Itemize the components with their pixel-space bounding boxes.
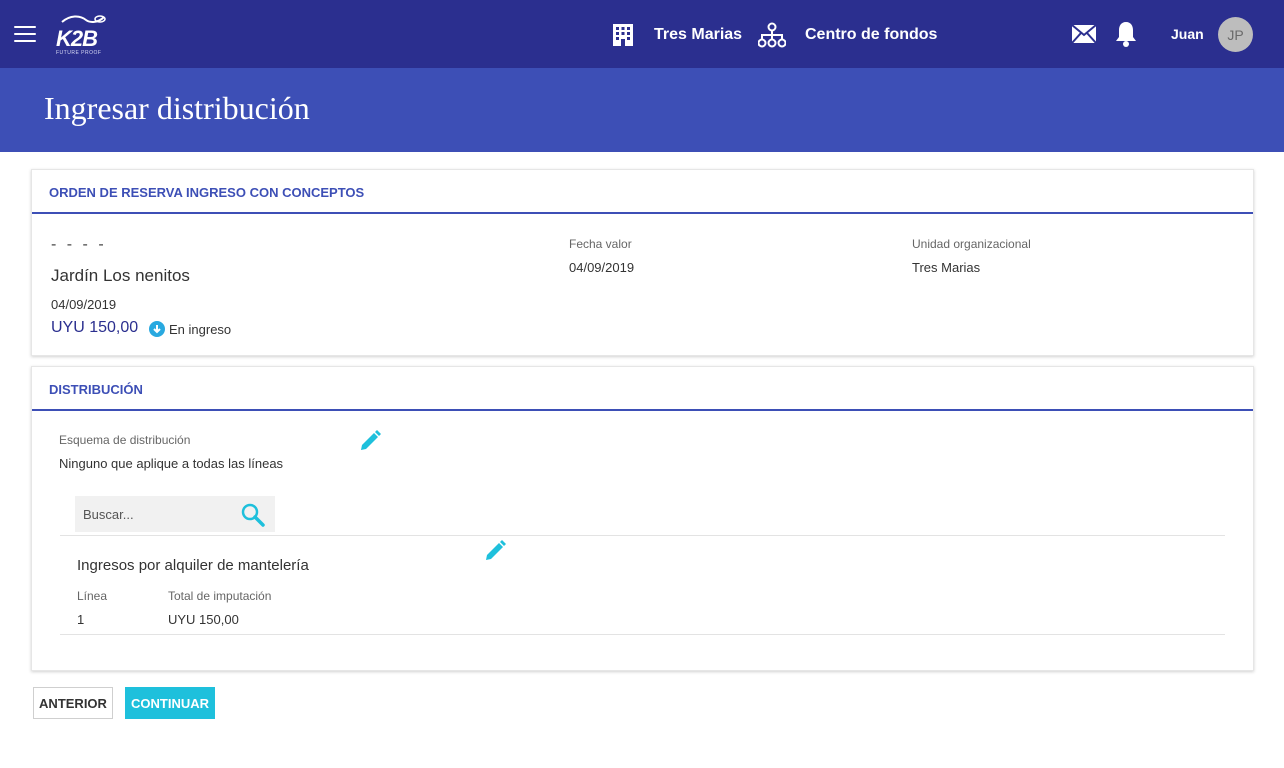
search-box — [75, 496, 275, 532]
order-summary-card: ORDEN DE RESERVA INGRESO CON CONCEPTOS -… — [31, 169, 1254, 356]
scheme-label: Esquema de distribución — [59, 433, 191, 447]
k2b-logo[interactable]: K2B FUTURE PROOF — [54, 14, 110, 58]
divider — [60, 634, 1225, 635]
order-card-heading: ORDEN DE RESERVA INGRESO CON CONCEPTOS — [32, 170, 1253, 214]
divider — [60, 535, 1225, 536]
building-icon — [613, 24, 633, 46]
search-input[interactable] — [75, 496, 235, 532]
unidad-organizacional-label: Unidad organizacional — [912, 237, 1031, 251]
arrow-down-circle-icon — [149, 321, 165, 337]
fund-center-selector[interactable]: Centro de fondos — [758, 22, 937, 48]
mail-icon[interactable] — [1071, 24, 1097, 49]
continue-button[interactable]: CONTINUAR — [125, 687, 215, 719]
logo-swoosh-icon — [61, 15, 106, 23]
column-header-total: Total de imputación — [168, 589, 272, 603]
entity-name: Jardín Los nenitos — [51, 266, 190, 285]
order-date: 04/09/2019 — [51, 297, 117, 312]
fund-center-label: Centro de fondos — [805, 26, 938, 43]
logo-subtitle: FUTURE PROOF — [56, 50, 102, 56]
organization-selector[interactable]: Tres Marias — [612, 22, 742, 48]
status-text: En ingreso — [169, 321, 232, 337]
notifications-bell-icon[interactable] — [1114, 20, 1138, 53]
unidad-organizacional-value: Tres Marias — [912, 260, 981, 275]
top-app-bar: K2B FUTURE PROOF Tres Marias Centro de f… — [0, 0, 1284, 68]
logo-text: K2B — [56, 26, 98, 51]
page-title-bar: Ingresar distribución — [0, 68, 1284, 152]
user-name[interactable]: Juan — [1171, 26, 1204, 42]
organization-label: Tres Marias — [654, 26, 743, 43]
order-amount: UYU 150,00 — [51, 319, 139, 336]
previous-button[interactable]: ANTERIOR — [33, 687, 113, 719]
row-total-value: UYU 150,00 — [168, 612, 239, 627]
distribution-line-title: Ingresos por alquiler de mantelería — [77, 557, 309, 574]
user-avatar[interactable]: JP — [1218, 17, 1253, 52]
page-title: Ingresar distribución — [44, 90, 310, 126]
fecha-valor-value: 04/09/2019 — [569, 260, 635, 275]
row-linea-value: 1 — [77, 612, 85, 627]
hamburger-menu-icon[interactable] — [14, 26, 36, 42]
scheme-value: Ninguno que aplique a todas las líneas — [59, 456, 284, 471]
status-badge: En ingreso — [149, 321, 231, 337]
distribution-card-heading: DISTRIBUCIÓN — [32, 367, 1253, 411]
search-icon[interactable] — [240, 502, 266, 528]
order-identifier: - - - - — [51, 236, 107, 253]
edit-scheme-pencil-icon[interactable] — [357, 428, 383, 454]
column-header-linea: Línea — [77, 589, 108, 603]
fecha-valor-label: Fecha valor — [569, 237, 632, 251]
distribution-card: DISTRIBUCIÓN Esquema de distribución Nin… — [31, 366, 1254, 671]
hierarchy-icon — [758, 22, 786, 48]
edit-line-pencil-icon[interactable] — [482, 538, 508, 564]
